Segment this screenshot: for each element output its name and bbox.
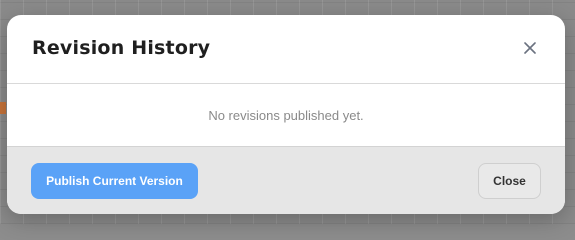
- publish-current-version-button[interactable]: Publish Current Version: [31, 163, 198, 199]
- dialog-header: Revision History: [7, 15, 565, 84]
- empty-state-message: No revisions published yet.: [208, 107, 364, 123]
- revision-history-dialog: Revision History No revisions published …: [7, 15, 565, 214]
- dialog-title: Revision History: [32, 37, 211, 59]
- close-button[interactable]: Close: [478, 163, 541, 199]
- dialog-body: No revisions published yet.: [7, 84, 565, 146]
- backdrop-accent: [0, 102, 6, 114]
- dialog-footer: Publish Current Version Close: [7, 146, 565, 214]
- close-icon[interactable]: [519, 37, 541, 59]
- close-icon-glyph: [524, 42, 536, 54]
